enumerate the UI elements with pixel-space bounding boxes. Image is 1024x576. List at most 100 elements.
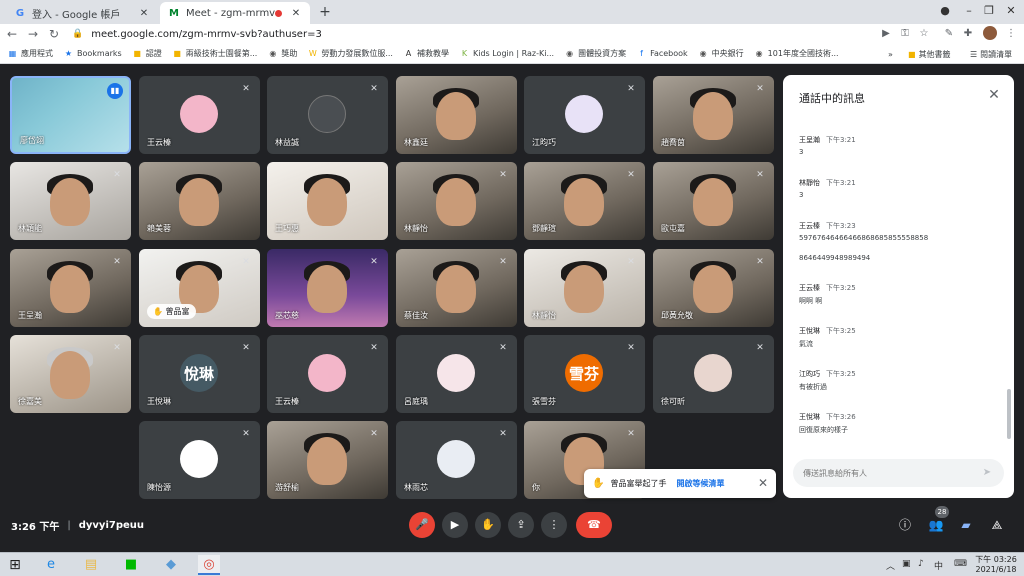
participant-tile[interactable]: 王巧惠 [267,162,388,240]
bookmark-link[interactable]: A 補救教學 [404,48,449,59]
line-app-icon[interactable]: ■ [120,555,142,575]
chat-button[interactable]: ▰ [956,515,976,535]
message-time: 下午3:25 [826,284,856,292]
bookmarks-more-button[interactable]: » [888,44,893,64]
menu-icon[interactable]: ⋮ [1003,26,1019,42]
system-clock[interactable]: 下午 03:26 2021/6/18 [973,555,1019,575]
meeting-details-button[interactable]: ⓘ [895,515,915,535]
tray-expand-icon[interactable]: ︿ [886,559,895,572]
message-text: 回復原來的樣子 [799,426,848,434]
participant-tile[interactable]: ✕ 蔡佳汝 [396,249,517,327]
bookmark-link[interactable]: f Facebook [637,49,688,58]
network-icon[interactable]: ▣ [902,559,911,569]
new-tab-button[interactable]: + [316,3,334,21]
input-method-icon[interactable]: 中 [934,559,943,572]
open-queue-button[interactable]: 開啟等候清單 [676,478,724,489]
chat-message-input[interactable] [803,464,973,482]
participant-tile[interactable]: ✕ 徐嘉美 [10,335,131,413]
bookmark-link[interactable]: K Kids Login | Raz-Ki... [460,49,554,58]
bookmark-link[interactable]: ◉ 101年度全國技術... [755,48,839,59]
close-tab-icon[interactable]: ✕ [138,8,150,19]
participant-tile[interactable]: ✕ 陳怡源 [139,421,260,499]
profile-avatar[interactable] [983,26,997,40]
bookmark-link[interactable]: ◉ 團體投資方案 [565,48,626,59]
close-tab-icon[interactable]: ✕ [290,8,302,19]
more-options-button[interactable]: ⋮ [541,512,567,538]
keyboard-icon[interactable]: ⌨ [954,559,967,569]
extension-icon[interactable]: ✎ [941,26,957,42]
reload-icon[interactable]: ↻ [45,27,63,41]
other-bookmarks[interactable]: ■ 其他書籤 [908,44,951,64]
participant-tile[interactable]: ✕ 林雨芯 [396,421,517,499]
extensions-puzzle-icon[interactable]: ✚ [960,26,976,42]
participant-tile[interactable]: ✕ 林靜怡 [524,249,645,327]
key-icon[interactable]: ⚿ [897,26,913,42]
camera-in-use-icon[interactable]: ▶ [878,26,894,42]
participant-tile[interactable]: ✕ 王呈瀚 [10,249,131,327]
close-window-icon[interactable]: ✕ [1000,2,1022,20]
file-explorer-icon[interactable]: ▤ [80,555,102,575]
participant-tile[interactable]: ✕ 林益誠 [267,76,388,154]
camera-toggle-button[interactable]: ▶ [442,512,468,538]
participant-tile[interactable]: ✕ 悅琳 王悅琳 [139,335,260,413]
participant-tile[interactable]: ✕ 游舒榆 [267,421,388,499]
bookmark-folder[interactable]: ■ 兩級技術士園餐第... [173,48,257,59]
restore-icon[interactable]: ❐ [978,2,1000,20]
participant-tile[interactable]: ✕ 呂庭瑀 [396,335,517,413]
forward-icon[interactable]: → [24,27,42,41]
meeting-info: 3:26 下午 | dyvyi7peuu [11,518,144,533]
chat-scrollbar[interactable] [1007,389,1011,439]
raise-hand-button[interactable]: ✋ [475,512,501,538]
bookmark-link[interactable]: ◉ 獎助 [268,48,297,59]
participant-tile[interactable]: ✕ 趙喬茵 [653,76,774,154]
present-button[interactable]: ⇪ [508,512,534,538]
meeting-code[interactable]: dyvyi7peuu [79,520,144,531]
back-icon[interactable]: ← [3,27,21,41]
people-button[interactable]: 👥 [926,515,946,535]
participant-tile[interactable]: ✕ 林穎能 [10,162,131,240]
address-bar[interactable]: 🔒 meet.google.com/zgm-mrmv-svb?authuser=… [66,25,906,43]
bookmark-apps[interactable]: ▦ 應用程式 [8,48,53,59]
chrome-icon[interactable]: ◎ [198,555,220,575]
participant-tile-self[interactable]: ▮▮ 廖岱翊 [10,76,131,154]
bookmark-link[interactable]: ◉ 中央銀行 [699,48,744,59]
video-feed [50,351,90,399]
tab-meet[interactable]: M Meet - zgm-mrmv-svb ✕ [160,2,310,24]
close-icon[interactable]: ✕ [758,476,768,490]
participant-tile[interactable]: ✕ ✋ 曾品富 [139,249,260,327]
minimize-icon[interactable]: – [958,2,980,20]
internet-explorer-icon[interactable]: e [40,555,62,575]
url-text[interactable]: meet.google.com/zgm-mrmv-svb?authuser=3 [91,29,322,40]
windows-start-icon[interactable]: ⊞ [7,557,23,573]
raised-hand-name: 曾品富 [165,307,190,316]
bookmark-star-icon[interactable]: ☆ [916,26,932,42]
send-icon[interactable]: ➤ [980,466,994,480]
bookmark-link[interactable]: W 勞動力發展數位服... [308,48,393,59]
participant-tile[interactable]: ✕ 徐可昕 [653,335,774,413]
leave-call-button[interactable]: ☎ [576,512,612,538]
participant-tile[interactable]: ✕ 雪芬 張雪芬 [524,335,645,413]
participant-tile[interactable]: ✕ 江昀巧 [524,76,645,154]
activities-button[interactable]: ⟁ [987,515,1007,535]
participant-tile[interactable]: ✕ 歐屯嘉 [653,162,774,240]
close-icon[interactable]: ✕ [986,87,1002,103]
tab-google-login[interactable]: G 登入 - Google 帳戶 ✕ [6,2,158,24]
volume-icon[interactable]: ♪ [918,559,924,569]
mic-off-icon: ✕ [242,257,250,267]
bookmark-bookmarks[interactable]: ★ Bookmarks [64,49,122,58]
mic-off-icon: ✕ [627,343,635,353]
app-icon[interactable]: ◆ [160,555,182,575]
participant-tile[interactable]: ✕ 鄧靜瑄 [524,162,645,240]
bookmark-folder[interactable]: ■ 認證 [133,48,161,59]
participant-tile[interactable]: 林鑫廷 [396,76,517,154]
participant-tile[interactable]: ✕ 邱黃允敬 [653,249,774,327]
participant-tile[interactable]: ✕ 林靜怡 [396,162,517,240]
participant-tile[interactable]: ✕ 王云榛 [139,76,260,154]
mic-toggle-button[interactable]: 🎤 [409,512,435,538]
mic-off-icon: ✕ [627,170,635,180]
participant-tile[interactable]: ✕ 王云榛 [267,335,388,413]
participant-tile[interactable]: ✕ 巫芯慈 [267,249,388,327]
profile-menu-icon[interactable]: ● [934,2,956,20]
reading-list[interactable]: ☰ 閱讀清單 [970,44,1012,64]
participant-tile[interactable]: 賴美蓉 [139,162,260,240]
